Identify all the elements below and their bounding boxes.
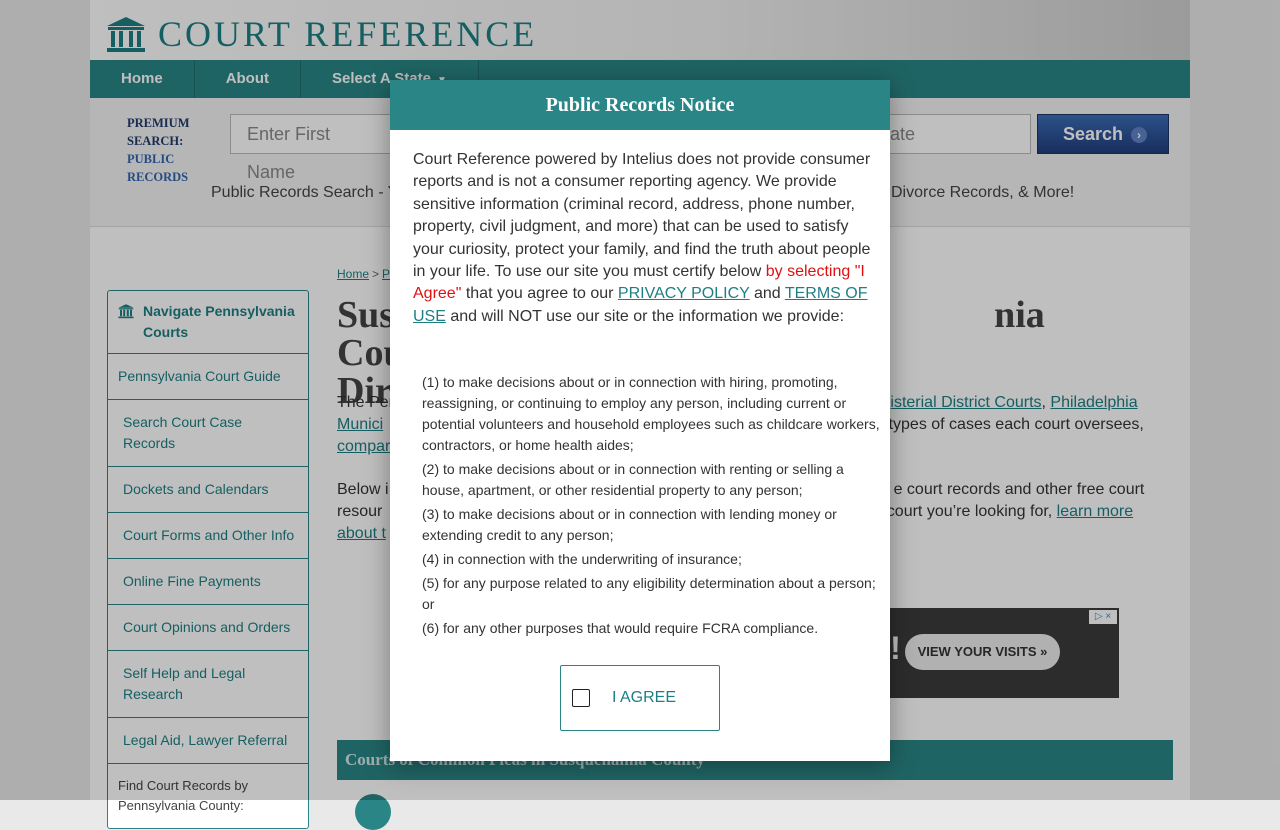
privacy-policy-link[interactable]: PRIVACY POLICY xyxy=(618,285,750,302)
list-item: (4) in connection with the underwriting … xyxy=(422,551,742,567)
modal-intro-mid: that you agree to our xyxy=(461,285,618,303)
list-item: (1) to make decisions about or in connec… xyxy=(422,374,880,453)
modal-intro-end: and will NOT use our site or the informa… xyxy=(445,307,845,325)
modal-notice-text: Court Reference powered by Intelius does… xyxy=(413,149,873,328)
modal-intro: Court Reference powered by Intelius does… xyxy=(413,151,871,281)
modal-rules-list: (1) to make decisions about or in connec… xyxy=(422,372,882,642)
i-agree-button[interactable]: I AGREE xyxy=(560,665,720,731)
agree-checkbox[interactable] xyxy=(572,689,590,707)
list-item: (2) to make decisions about or in connec… xyxy=(422,461,844,498)
public-records-modal: Public Records Notice Court Reference po… xyxy=(390,80,890,761)
modal-intro-and: and xyxy=(749,285,785,303)
list-item: (5) for any purpose related to any eligi… xyxy=(422,575,876,612)
agree-label: I AGREE xyxy=(612,689,677,706)
list-item: (6) for any other purposes that would re… xyxy=(422,620,819,636)
modal-title: Public Records Notice xyxy=(390,80,890,130)
list-item: (3) to make decisions about or in connec… xyxy=(422,506,837,543)
